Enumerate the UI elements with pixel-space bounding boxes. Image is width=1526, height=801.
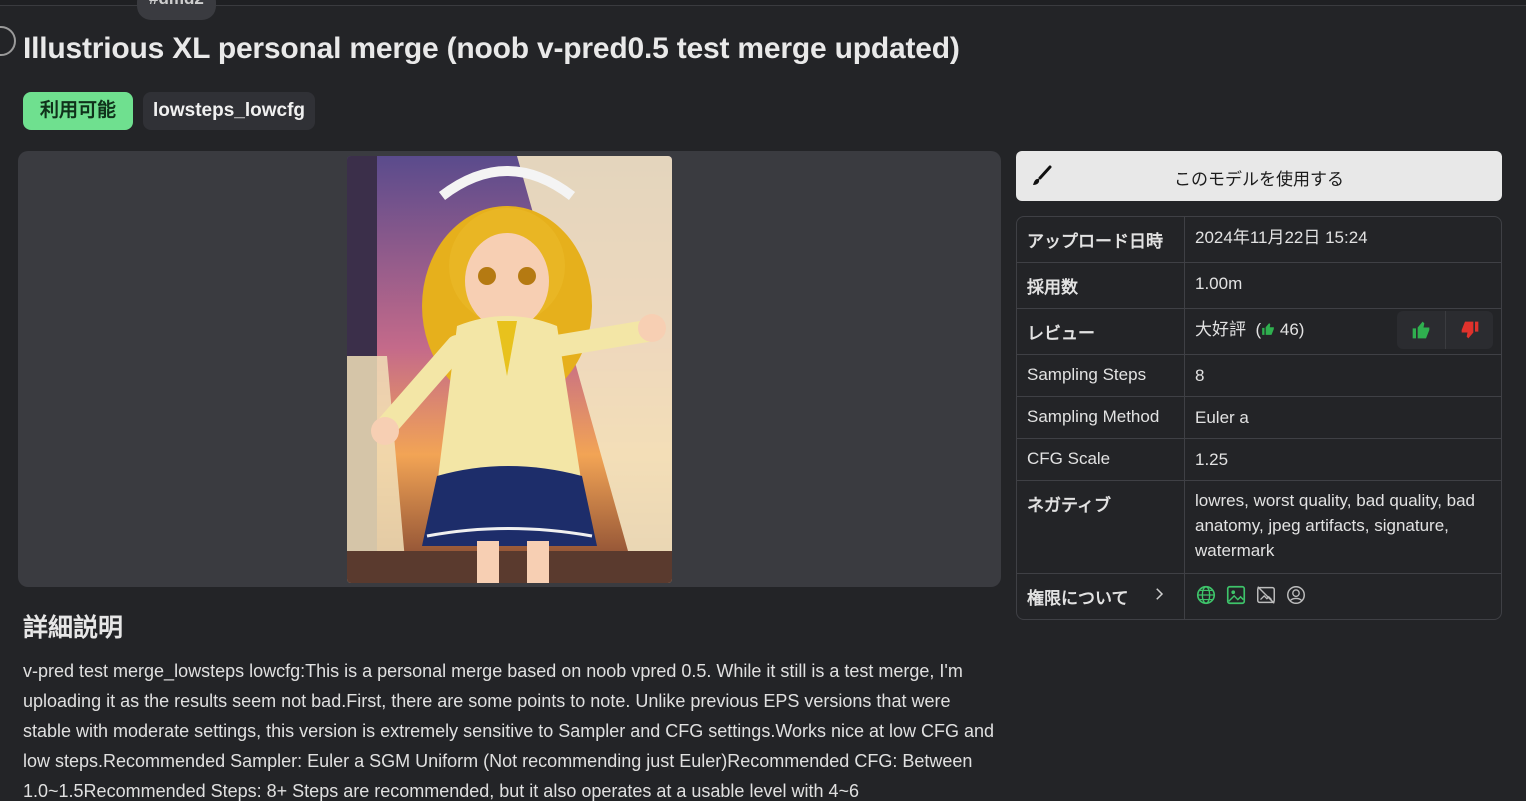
description-heading: 詳細説明 <box>23 614 124 642</box>
info-value: Euler a <box>1195 408 1249 427</box>
small-thumbs-up-icon <box>1261 320 1275 339</box>
face-icon <box>1285 584 1307 606</box>
info-row-review: レビュー 大好評 ( 46) <box>1017 309 1501 355</box>
info-row-permissions: 権限について <box>1017 574 1501 619</box>
availability-badge: 利用可能 <box>23 92 133 130</box>
info-value: 1.25 <box>1195 450 1229 469</box>
back-button[interactable] <box>0 26 16 56</box>
info-row-sampling-steps: Sampling Steps 8 <box>1017 355 1501 397</box>
info-row-adoption: 採用数 1.00m <box>1017 263 1501 309</box>
permissions-link[interactable]: 権限について <box>1017 574 1185 619</box>
info-key: CFG Scale <box>1017 439 1185 480</box>
review-count-close: ) <box>1298 320 1305 339</box>
thumbs-up-button[interactable] <box>1397 311 1445 349</box>
info-key: ネガティブ <box>1017 481 1185 573</box>
negative-prompt-value: lowres, worst quality, bad quality, bad … <box>1195 491 1476 560</box>
info-key: 採用数 <box>1017 263 1185 308</box>
tag-lowsteps-lowcfg[interactable]: lowsteps_lowcfg <box>143 92 316 130</box>
page-title: Illustrious XL personal merge (noob v-pr… <box>23 32 960 65</box>
info-row-cfg-scale: CFG Scale 1.25 <box>1017 439 1501 481</box>
permission-icons-cell <box>1185 574 1501 619</box>
globe-icon <box>1195 584 1217 606</box>
use-model-button[interactable]: このモデルを使用する <box>1016 151 1502 201</box>
permissions-label: 権限について <box>1027 589 1129 608</box>
hashtag-chip[interactable]: #dmd2 <box>137 0 216 20</box>
chevron-right-icon <box>1150 585 1168 603</box>
info-row-sampling-method: Sampling Method Euler a <box>1017 397 1501 439</box>
image-icon <box>1225 584 1247 606</box>
thumbs-down-button[interactable] <box>1445 311 1493 349</box>
top-bar <box>0 0 1526 6</box>
info-key: Sampling Method <box>1017 397 1185 438</box>
info-value: 2024年11月22日 15:24 <box>1195 228 1368 247</box>
preview-illustration <box>347 156 672 583</box>
no-image-icon <box>1255 584 1277 606</box>
info-row-negative: ネガティブ lowres, worst quality, bad quality… <box>1017 481 1501 574</box>
review-text: 大好評 <box>1195 320 1246 339</box>
info-value: 1.00m <box>1195 274 1243 293</box>
review-count: 46 <box>1279 320 1299 339</box>
info-row-upload: アップロード日時 2024年11月22日 15:24 <box>1017 217 1501 263</box>
review-count-open: ( <box>1250 320 1262 339</box>
info-value: 8 <box>1195 366 1205 385</box>
description-body: v-pred test merge_lowsteps lowcfg:This i… <box>23 661 995 801</box>
image-panel <box>18 151 1001 587</box>
model-preview-image[interactable] <box>347 156 672 583</box>
info-key: Sampling Steps <box>1017 355 1185 396</box>
model-info-table: アップロード日時 2024年11月22日 15:24 採用数 1.00m レビュ… <box>1016 216 1502 620</box>
info-key: アップロード日時 <box>1017 217 1185 262</box>
thumbs-down-icon <box>1461 321 1478 339</box>
thumbs-up-icon <box>1412 321 1430 339</box>
use-model-label: このモデルを使用する <box>1174 170 1344 189</box>
info-key: レビュー <box>1017 309 1185 354</box>
vote-buttons <box>1397 311 1493 349</box>
review-value: 大好評 ( 46) <box>1185 309 1501 354</box>
